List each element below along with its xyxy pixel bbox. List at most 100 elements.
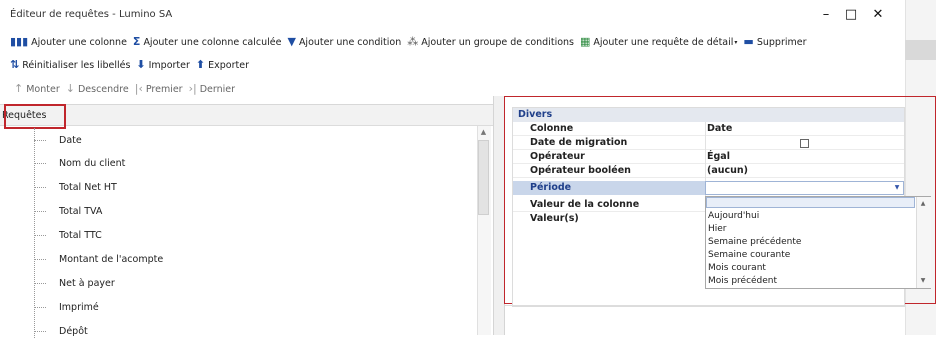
move-down-label: Descendre (77, 83, 129, 95)
dropdown-option[interactable]: Hier (708, 224, 727, 234)
property-name: Période (530, 182, 572, 193)
first-icon: |‹ (134, 82, 143, 95)
scroll-up-icon[interactable]: ▲ (916, 199, 930, 209)
move-up-button[interactable]: ↑ Monter (14, 83, 60, 95)
tree-dash (34, 162, 46, 164)
toolbar-row-2: ⇅ Réinitialiser les libellés ⬇ Importer … (0, 56, 905, 78)
tree-dash (34, 258, 46, 260)
periode-select[interactable] (705, 181, 904, 195)
property-row[interactable]: Opérateur booléen (aucun) (513, 164, 904, 178)
add-calculated-column-button[interactable]: Σ Ajouter une colonne calculée (133, 36, 282, 48)
filter-icon: ▼ (287, 35, 296, 48)
add-column-button[interactable]: ▮▮▮ Ajouter une colonne (10, 36, 127, 48)
tree-item[interactable]: Total TVA (34, 202, 102, 220)
close-button[interactable]: ✕ (869, 6, 887, 24)
dropdown-option[interactable]: Mois courant (708, 263, 766, 273)
property-name: Colonne (530, 123, 574, 134)
add-condition-button[interactable]: ▼ Ajouter une condition (287, 36, 401, 48)
arrow-down-icon: ↓ (65, 82, 75, 95)
dropdown-option[interactable]: Aujourd'hui (708, 211, 759, 221)
add-condition-label: Ajouter une condition (298, 36, 402, 48)
property-value: Égal (707, 151, 730, 162)
tree-item[interactable]: Net à payer (34, 274, 115, 292)
first-label: Premier (145, 83, 183, 95)
migration-date-checkbox[interactable] (800, 139, 809, 148)
tree-dash (34, 210, 46, 212)
tree-item-label: Nom du client (59, 157, 126, 169)
sum-icon: Σ (132, 35, 141, 48)
tree-item-label: Montant de l'acompte (59, 253, 164, 265)
property-name: Date de migration (530, 137, 628, 148)
row-divider (513, 177, 904, 178)
property-row[interactable]: Opérateur Égal (513, 150, 904, 164)
add-condition-group-button[interactable]: ⁂ Ajouter un groupe de conditions (407, 36, 574, 48)
scroll-up-icon[interactable]: ▲ (478, 127, 489, 138)
scroll-down-icon[interactable]: ▼ (916, 276, 930, 286)
export-icon: ⬆ (195, 58, 206, 71)
queries-highlight-box (4, 104, 66, 129)
category-header[interactable] (513, 108, 904, 122)
tree-item-label: Total Net HT (59, 181, 117, 193)
reset-labels-label: Réinitialiser les libellés (22, 59, 131, 71)
reset-labels-icon: ⇅ (10, 58, 20, 71)
export-button[interactable]: ⬆ Exporter (196, 59, 249, 71)
arrow-up-icon: ↑ (14, 82, 24, 95)
last-icon: ›| (188, 82, 197, 95)
dropdown-caret-icon: ▾ (734, 38, 738, 46)
add-condition-group-label: Ajouter un groupe de conditions (421, 36, 574, 48)
property-value: (aucun) (707, 165, 749, 176)
tree-dash (34, 306, 46, 308)
tree-item-label: Net à payer (59, 277, 115, 289)
columns-icon: ▮▮▮ (10, 35, 29, 48)
import-icon: ⬇ (136, 58, 146, 71)
tree-dash (34, 330, 46, 332)
tree-item[interactable]: Dépôt (34, 322, 88, 340)
tree-dash (34, 234, 46, 236)
add-calculated-column-label: Ajouter une colonne calculée (143, 36, 282, 48)
first-button[interactable]: |‹ Premier (135, 83, 183, 95)
export-label: Exporter (208, 59, 249, 71)
dropdown-option[interactable]: Semaine courante (708, 250, 790, 260)
minimize-button[interactable]: – (817, 6, 835, 24)
property-row[interactable]: Colonne Date (513, 122, 904, 136)
move-up-label: Monter (26, 83, 60, 95)
category-label: Divers (518, 109, 553, 120)
tree-item-label: Total TVA (59, 205, 103, 217)
tree-dash (34, 186, 46, 188)
maximize-button[interactable]: □ (842, 6, 860, 24)
tree-item-label: Imprimé (59, 301, 99, 313)
detail-query-icon: ▦ (580, 35, 591, 48)
trash-icon: ▬ (743, 35, 754, 48)
import-button[interactable]: ⬇ Importer (136, 59, 190, 71)
dropdown-empty-option[interactable] (706, 197, 915, 208)
property-row[interactable]: Date de migration (513, 136, 904, 150)
chevron-down-icon[interactable]: ▼ (892, 183, 902, 193)
tree-item-label: Date (59, 134, 82, 146)
tree-item[interactable]: Total TTC (34, 226, 102, 244)
property-name: Opérateur booléen (530, 165, 631, 176)
queries-header (0, 105, 495, 126)
dropdown-option[interactable]: Semaine précédente (708, 237, 801, 247)
last-button[interactable]: ›| Dernier (189, 83, 235, 95)
tree-item[interactable]: Nom du client (34, 154, 125, 172)
tree-dash (34, 282, 46, 284)
dropdown-option[interactable]: Mois précédent (708, 276, 777, 286)
tree-item[interactable]: Imprimé (34, 298, 99, 316)
scrollbar-thumb[interactable] (478, 140, 489, 215)
tree-item[interactable]: Date (34, 131, 82, 149)
add-detail-query-button[interactable]: ▦ Ajouter une requête de détail ▾ (580, 36, 737, 48)
delete-button[interactable]: ▬ Supprimer (743, 36, 806, 48)
property-name: Opérateur (530, 151, 585, 162)
add-detail-query-label: Ajouter une requête de détail (593, 36, 734, 48)
group-conditions-icon: ⁂ (407, 35, 419, 48)
grid-bottom-border (505, 305, 905, 306)
dropdown-scrollbar[interactable] (916, 197, 931, 288)
toolbar-row-1: ▮▮▮ Ajouter une colonne Σ Ajouter une co… (0, 33, 905, 55)
property-name: Valeur de la colonne (530, 199, 640, 210)
tree-item[interactable]: Total Net HT (34, 178, 117, 196)
add-column-label: Ajouter une colonne (31, 36, 127, 48)
move-down-button[interactable]: ↓ Descendre (66, 83, 129, 95)
import-label: Importer (148, 59, 190, 71)
reset-labels-button[interactable]: ⇅ Réinitialiser les libellés (10, 59, 130, 71)
tree-item[interactable]: Montant de l'acompte (34, 250, 163, 268)
